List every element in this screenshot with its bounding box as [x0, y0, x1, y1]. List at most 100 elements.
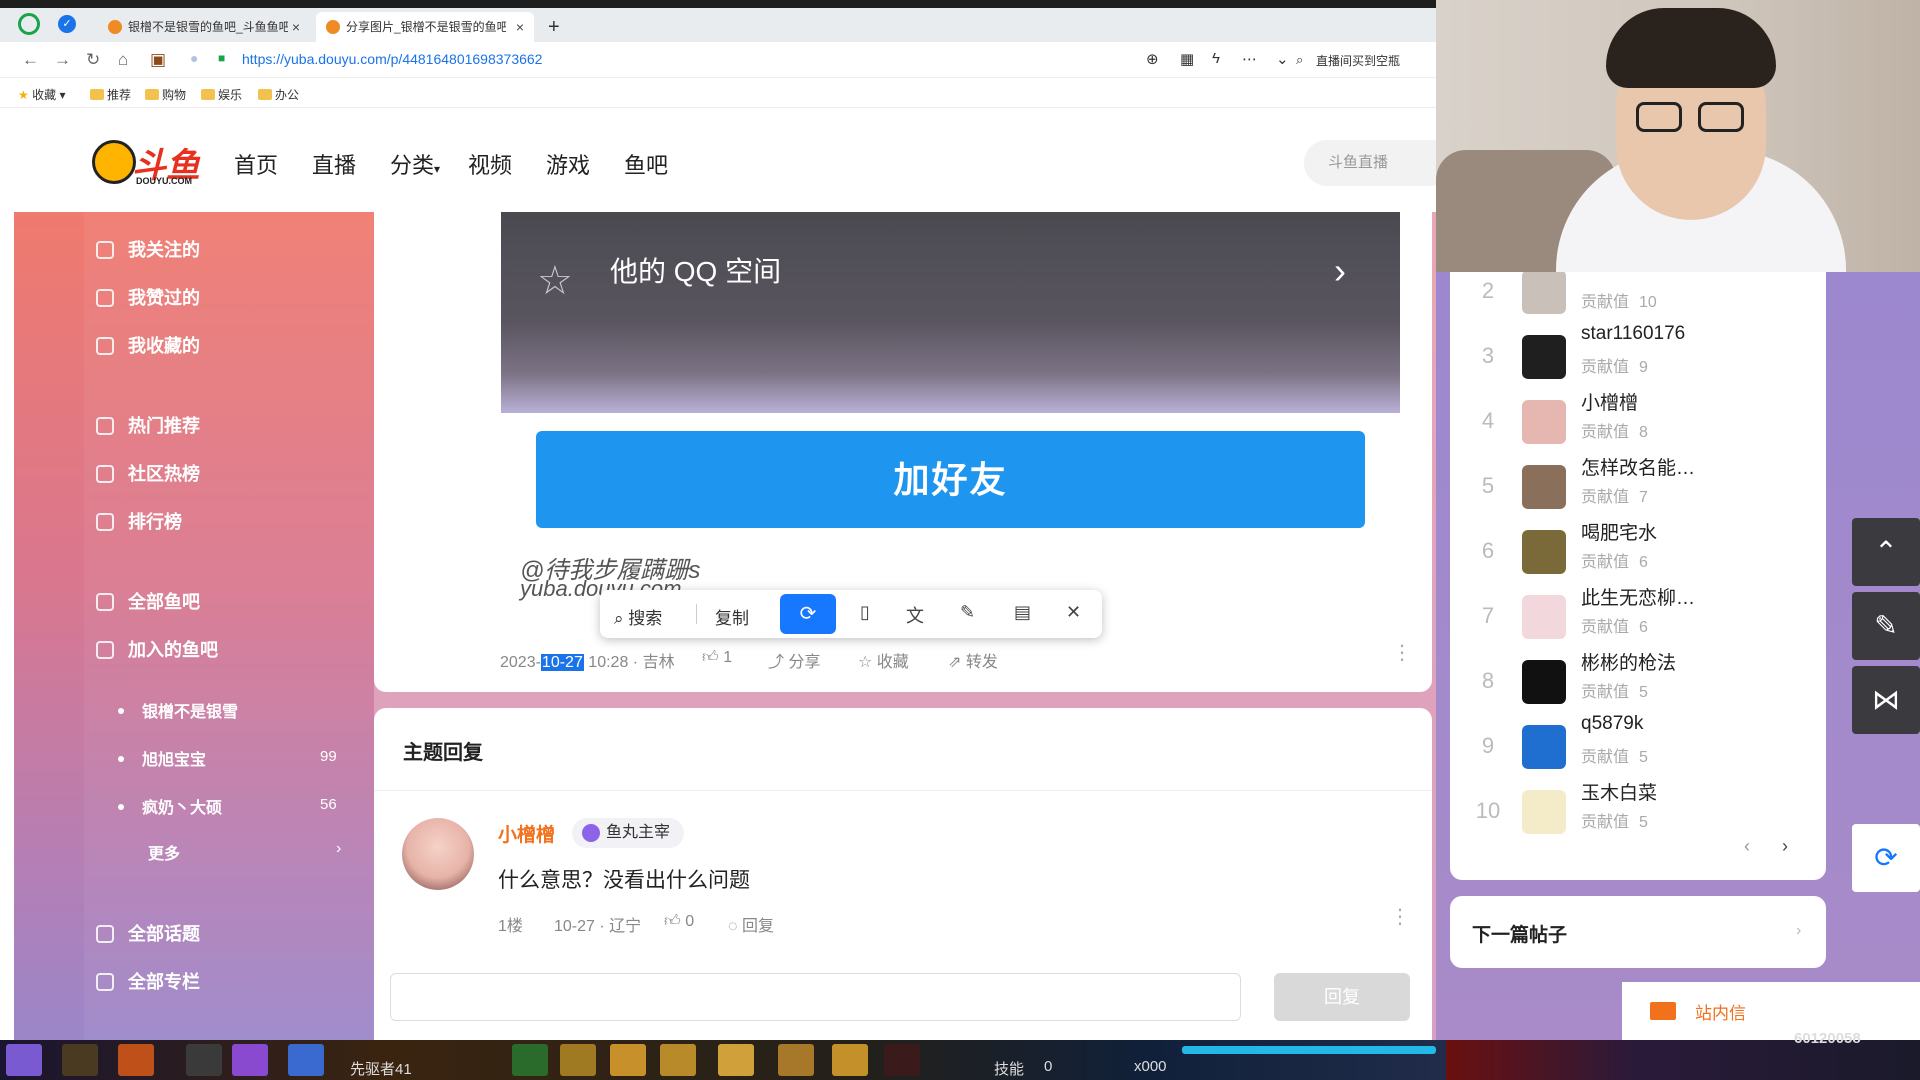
- sidebar-item-ranking[interactable]: 排行榜: [96, 508, 182, 534]
- rank-username[interactable]: 彬彬的枪法: [1581, 648, 1676, 675]
- sidebar-joined-bar[interactable]: 银橧不是银雪: [118, 698, 238, 722]
- avatar[interactable]: [1522, 530, 1566, 574]
- skill-slot[interactable]: [118, 1044, 154, 1076]
- sidebar-item-community-hot[interactable]: 社区热榜: [96, 460, 200, 486]
- selection-copy-button[interactable]: 复制: [715, 604, 749, 629]
- site-search-input[interactable]: 斗鱼直播: [1304, 140, 1436, 186]
- skill-slot[interactable]: [884, 1044, 920, 1076]
- skill-slot[interactable]: [610, 1044, 646, 1076]
- browser-search-box[interactable]: 直播间买到空瓶: [1316, 52, 1400, 69]
- avatar[interactable]: [1522, 270, 1566, 314]
- bookmark-folder[interactable]: 推荐: [90, 86, 131, 103]
- skill-slot[interactable]: [288, 1044, 324, 1076]
- skill-slot[interactable]: [660, 1044, 696, 1076]
- more-vertical-icon[interactable]: ⋮: [1390, 904, 1410, 929]
- pencil-icon[interactable]: ✎: [960, 602, 975, 623]
- skill-slot[interactable]: [6, 1044, 42, 1076]
- browser-assistant-icon[interactable]: ⟳: [780, 594, 836, 634]
- chevron-down-icon[interactable]: ⌄: [1276, 50, 1289, 68]
- chevron-right-icon[interactable]: ›: [1796, 922, 1801, 940]
- translate-icon[interactable]: 文: [906, 602, 924, 628]
- scroll-top-button[interactable]: ⌃: [1852, 518, 1920, 586]
- sidebar-item-favorites[interactable]: 我收藏的: [96, 332, 200, 358]
- site-info-icon[interactable]: ●: [190, 50, 198, 66]
- home-icon[interactable]: ⌂: [118, 50, 128, 70]
- browser-extension-icon[interactable]: ✓: [58, 15, 76, 33]
- rank-username[interactable]: 怎样改名能…: [1581, 453, 1695, 480]
- sidebar-item-all-columns[interactable]: 全部专栏: [96, 968, 200, 994]
- reply-input[interactable]: [390, 973, 1241, 1021]
- sidebar-item-all-topics[interactable]: 全部话题: [96, 920, 200, 946]
- ranking-next-button[interactable]: ›: [1782, 836, 1788, 857]
- skill-slot[interactable]: [778, 1044, 814, 1076]
- sidebar-joined-bar[interactable]: 旭旭宝宝: [118, 746, 206, 770]
- skill-slot[interactable]: [718, 1044, 754, 1076]
- reply-username[interactable]: 小橧橧: [498, 820, 555, 847]
- url-text[interactable]: https://yuba.douyu.com/p/448164801698373…: [242, 51, 542, 67]
- bookmark-folder[interactable]: 娱乐: [201, 86, 242, 103]
- close-icon[interactable]: ✕: [1066, 602, 1081, 623]
- image-icon[interactable]: ▦: [1180, 50, 1194, 68]
- zoom-icon[interactable]: ⊕: [1146, 50, 1159, 68]
- skill-slot[interactable]: [512, 1044, 548, 1076]
- avatar[interactable]: [1522, 725, 1566, 769]
- post-collect-button[interactable]: ☆ 收藏: [858, 648, 909, 672]
- avatar[interactable]: [1522, 335, 1566, 379]
- more-icon[interactable]: ⋯: [1242, 50, 1257, 68]
- avatar[interactable]: [1522, 660, 1566, 704]
- nav-live[interactable]: 直播: [312, 148, 356, 180]
- sidebar-joined-bar[interactable]: 疯奶丶大硕: [118, 794, 222, 818]
- reply-like-button[interactable]: 👍︎ 0: [664, 912, 694, 931]
- new-tab-button[interactable]: +: [548, 16, 560, 39]
- briefcase-icon[interactable]: ▣: [150, 50, 166, 70]
- skill-slot[interactable]: [832, 1044, 868, 1076]
- chevron-right-icon[interactable]: ›: [336, 840, 341, 858]
- tab-share-image[interactable]: 分享图片_银橧不是银雪的鱼吧 ×: [316, 12, 534, 42]
- bookmark-folder[interactable]: 购物: [145, 86, 186, 103]
- avatar[interactable]: [1522, 465, 1566, 509]
- avatar[interactable]: [1522, 790, 1566, 834]
- sidebar-more[interactable]: 更多: [148, 840, 180, 864]
- nav-games[interactable]: 游戏: [546, 148, 590, 180]
- skill-slot[interactable]: [560, 1044, 596, 1076]
- rank-username[interactable]: 喝肥宅水: [1581, 518, 1657, 545]
- nav-category[interactable]: 分类▾: [390, 148, 440, 180]
- share-button[interactable]: ⋈: [1852, 666, 1920, 734]
- douyu-logo[interactable]: 斗鱼 DOUYU.COM: [92, 138, 204, 188]
- avatar[interactable]: [1522, 400, 1566, 444]
- add-friend-button[interactable]: 加好友: [536, 431, 1365, 528]
- notes-icon[interactable]: ▤: [1014, 602, 1031, 623]
- nav-video[interactable]: 视频: [468, 148, 512, 180]
- avatar[interactable]: [1522, 595, 1566, 639]
- ranking-prev-button[interactable]: ‹: [1744, 836, 1750, 857]
- reply-submit-button[interactable]: 回复: [1274, 973, 1410, 1021]
- reload-icon[interactable]: ↻: [86, 50, 100, 70]
- sidebar-item-joined-bars[interactable]: 加入的鱼吧: [96, 636, 218, 662]
- bookmark-folder[interactable]: 办公: [258, 86, 299, 103]
- tab-close-icon[interactable]: ×: [516, 12, 524, 42]
- sidebar-item-all-bars[interactable]: 全部鱼吧: [96, 588, 200, 614]
- more-vertical-icon[interactable]: ⋮: [1392, 640, 1412, 665]
- sidebar-item-following[interactable]: 我关注的: [96, 236, 200, 262]
- forward-icon[interactable]: →: [54, 50, 71, 70]
- post-like-button[interactable]: 👍︎ 1: [702, 648, 732, 667]
- back-icon[interactable]: ←: [22, 50, 39, 70]
- rank-username[interactable]: star1160176: [1581, 323, 1685, 345]
- post-forward-button[interactable]: ⇗ 转发: [948, 648, 998, 672]
- skill-slot[interactable]: [62, 1044, 98, 1076]
- nav-home[interactable]: 首页: [234, 148, 278, 180]
- sidebar-item-liked[interactable]: 我赞过的: [96, 284, 200, 310]
- rank-username[interactable]: q5879k: [1581, 713, 1643, 735]
- edit-post-button[interactable]: ✎: [1852, 592, 1920, 660]
- rank-username[interactable]: 此生无恋柳…: [1581, 583, 1695, 610]
- bookmark-favorites[interactable]: ★ 收藏 ▾: [18, 86, 66, 103]
- rank-username[interactable]: 小橧橧: [1581, 388, 1638, 415]
- sidebar-item-hot[interactable]: 热门推荐: [96, 412, 200, 438]
- skill-slot[interactable]: [232, 1044, 268, 1076]
- tab-yuba-home[interactable]: 银橧不是银雪的鱼吧_斗鱼鱼吧 ×: [98, 12, 310, 42]
- assistant-icon[interactable]: ⟳: [1852, 824, 1920, 892]
- reply-reply-button[interactable]: ◌ 回复: [728, 912, 774, 936]
- selection-search-button[interactable]: ⌕ 搜索: [614, 604, 662, 629]
- tab-close-icon[interactable]: ×: [292, 12, 300, 42]
- rank-username[interactable]: 玉木白菜: [1581, 778, 1657, 805]
